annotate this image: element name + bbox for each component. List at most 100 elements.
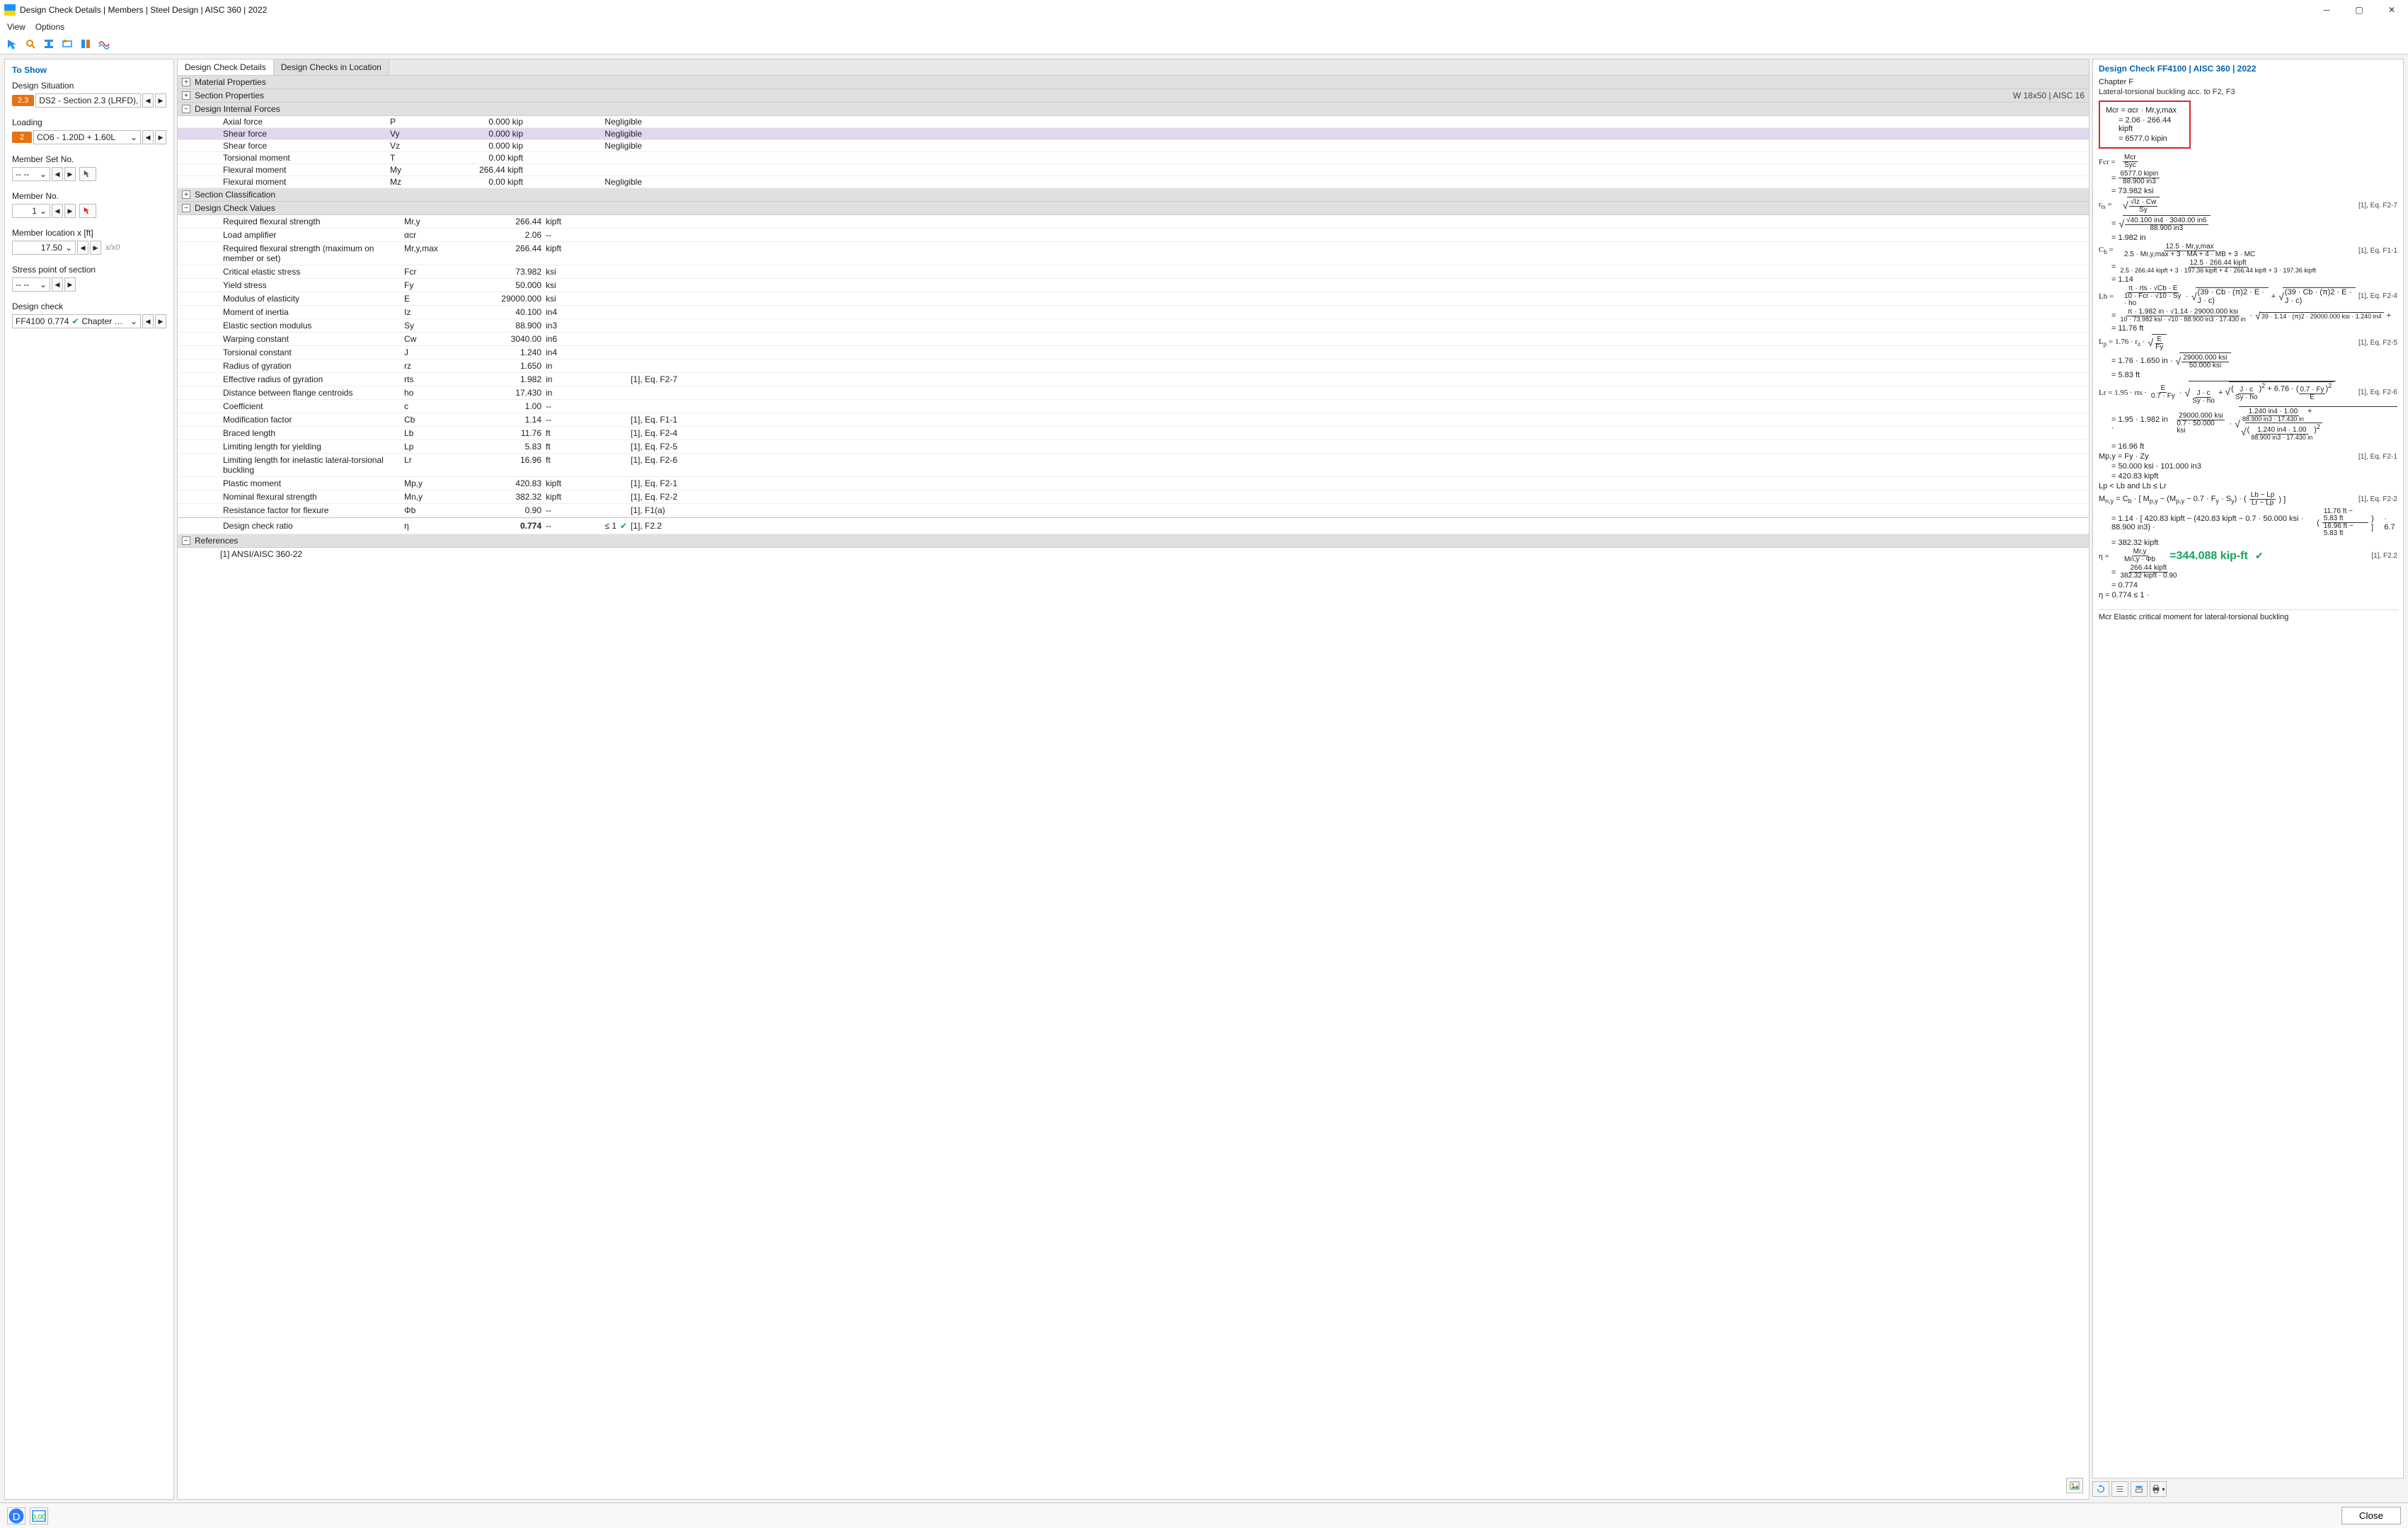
settings-icon[interactable] [2131, 1481, 2148, 1497]
member-set-label: Member Set No. [12, 154, 166, 164]
reset-icon[interactable] [2092, 1481, 2109, 1497]
dcv-row[interactable]: Limiting length for yieldingLp5.83ft[1],… [178, 440, 2089, 454]
result-highlight: =344.088 kip-ft [2169, 550, 2248, 563]
ds-next-button[interactable]: ▶ [155, 93, 166, 108]
dif-row[interactable]: Axial forceP0.000 kipNegligible [178, 116, 2089, 128]
tab-location[interactable]: Design Checks in Location [274, 59, 389, 75]
tool-section-icon[interactable] [41, 36, 57, 52]
mn-pick-icon[interactable] [79, 204, 96, 218]
location-label: Member location x [ft] [12, 228, 166, 238]
sp-prev-button[interactable]: ◀ [52, 277, 63, 292]
tool-panel-icon[interactable] [78, 36, 93, 52]
dc-prev-button[interactable]: ◀ [142, 314, 154, 328]
section-dif[interactable]: −Design Internal Forces [178, 103, 2089, 116]
titlebar: Design Check Details | Members | Steel D… [0, 0, 2408, 20]
ms-prev-button[interactable]: ◀ [52, 167, 63, 181]
dif-row[interactable]: Shear forceVy0.000 kipNegligible [178, 128, 2089, 140]
dc-next-button[interactable]: ▶ [155, 314, 166, 328]
dif-row[interactable]: Torsional momentT0.00 kipft [178, 152, 2089, 164]
reference-item: [1] ANSI/AISC 360-22 [178, 548, 2089, 561]
location-combo[interactable]: 17.50⌄ [12, 241, 76, 255]
dcv-row[interactable]: Modification factorCb1.14--[1], Eq. F1-1 [178, 413, 2089, 427]
eq-lb: Lb = π · rts · √Cb · E10 · Fcr · √10 · S… [2099, 285, 2397, 307]
ds-prev-button[interactable]: ◀ [142, 93, 154, 108]
chevron-down-icon: ⌄ [40, 169, 47, 179]
mn-prev-button[interactable]: ◀ [52, 204, 63, 218]
panel-title: To Show [12, 65, 166, 75]
dcv-row[interactable]: Limiting length for inelastic lateral-to… [178, 454, 2089, 477]
list-icon[interactable] [2111, 1481, 2128, 1497]
minimize-button[interactable]: ─ [2310, 0, 2343, 20]
dcv-row[interactable]: Moment of inertiaIz40.100in4 [178, 306, 2089, 319]
menu-view[interactable]: View [7, 22, 25, 32]
loc-next-button[interactable]: ▶ [90, 241, 101, 255]
section-material[interactable]: +Material Properties [178, 76, 2089, 89]
maximize-button[interactable]: ▢ [2343, 0, 2375, 20]
section-props[interactable]: +Section PropertiesW 18x50 | AISC 16 [178, 89, 2089, 103]
member-set-combo[interactable]: -- --⌄ [12, 167, 50, 181]
dcv-row[interactable]: Modulus of elasticityE29000.000ksi [178, 292, 2089, 306]
tool-stress-icon[interactable] [59, 36, 75, 52]
print-icon[interactable]: ▾ [2150, 1481, 2167, 1497]
dcv-row[interactable]: Torsional constantJ1.240in4 [178, 346, 2089, 360]
sp-next-button[interactable]: ▶ [64, 277, 76, 292]
stress-combo[interactable]: -- --⌄ [12, 277, 50, 292]
loading-combo[interactable]: CO6 - 1.20D + 1.60L⌄ [33, 130, 141, 144]
collapse-icon[interactable]: − [182, 105, 190, 113]
units-icon[interactable]: 0,00 [30, 1507, 48, 1524]
loading-next-button[interactable]: ▶ [155, 130, 166, 144]
eq-rts: rts = √Iz · CwSy [1], Eq. F2-7 [2099, 197, 2397, 214]
info-icon[interactable]: D [7, 1507, 25, 1524]
dcv-row[interactable]: Required flexural strengthMr,y266.44kipf… [178, 215, 2089, 229]
dcv-row[interactable]: Plastic momentMp,y420.83kipft[1], Eq. F2… [178, 477, 2089, 490]
menu-options[interactable]: Options [35, 22, 64, 32]
loc-prev-button[interactable]: ◀ [77, 241, 88, 255]
expand-icon[interactable]: + [182, 91, 190, 100]
dcv-row[interactable]: Braced lengthLb11.76ft[1], Eq. F2-4 [178, 427, 2089, 440]
ms-next-button[interactable]: ▶ [64, 167, 76, 181]
expand-icon[interactable]: + [182, 78, 190, 86]
close-window-button[interactable]: ✕ [2375, 0, 2408, 20]
member-no-combo[interactable]: 1⌄ [12, 204, 50, 218]
chevron-down-icon: ⌄ [130, 316, 137, 326]
dcv-row[interactable]: Critical elastic stressFcr73.982ksi [178, 265, 2089, 279]
window-title: Design Check Details | Members | Steel D… [20, 5, 2310, 15]
collapse-icon[interactable]: − [182, 536, 190, 545]
dcv-row[interactable]: Effective radius of gyrationrts1.982in[1… [178, 373, 2089, 386]
design-situation-label: Design Situation [12, 81, 166, 91]
toolbar [0, 34, 2408, 54]
loading-prev-button[interactable]: ◀ [142, 130, 154, 144]
dcv-row[interactable]: Required flexural strength (maximum on m… [178, 242, 2089, 265]
expand-icon[interactable]: + [182, 190, 190, 199]
dif-row[interactable]: Flexural momentMz0.00 kipftNegligible [178, 176, 2089, 188]
section-refs[interactable]: −References [178, 534, 2089, 548]
dif-row[interactable]: Shear forceVz0.000 kipNegligible [178, 140, 2089, 152]
dcv-row[interactable]: Nominal flexural strengthMn,y382.32kipft… [178, 490, 2089, 504]
check-icon: ✔ [617, 521, 631, 531]
design-situation-combo[interactable]: DS2 - Section 2.3 (LRFD), 1. to 5.⌄ [35, 93, 141, 108]
design-check-combo[interactable]: FF4100 0.774 ✔ Chapter F | Lateral-to...… [12, 314, 141, 328]
section-dcv[interactable]: −Design Check Values [178, 202, 2089, 215]
picture-icon[interactable] [2066, 1478, 2083, 1493]
dcv-row[interactable]: Coefficientc1.00-- [178, 400, 2089, 413]
tool-arrow-icon[interactable] [4, 36, 20, 52]
mn-next-button[interactable]: ▶ [64, 204, 76, 218]
dcv-row[interactable]: Distance between flange centroidsho17.43… [178, 386, 2089, 400]
tool-wave-icon[interactable] [96, 36, 112, 52]
dcv-row[interactable]: Resistance factor for flexureΦb0.90--[1]… [178, 504, 2089, 517]
dcv-row[interactable]: Warping constantCw3040.00in6 [178, 333, 2089, 346]
dif-row[interactable]: Flexural momentMy266.44 kipft [178, 164, 2089, 176]
dcv-row[interactable]: Load amplifierαcr2.06-- [178, 229, 2089, 242]
tab-details[interactable]: Design Check Details [178, 59, 274, 75]
dcv-row[interactable]: Yield stressFy50.000ksi [178, 279, 2089, 292]
dcv-row[interactable]: Radius of gyrationrz1.650in [178, 360, 2089, 373]
eq-lp: Lp = 1.76 · rz · EFy [1], Eq. F2-5 [2099, 334, 2397, 351]
ms-pick-icon[interactable] [79, 167, 96, 181]
collapse-icon[interactable]: − [182, 204, 190, 212]
check-icon: ✔ [71, 316, 79, 326]
close-button[interactable]: Close [2341, 1507, 2401, 1524]
section-class[interactable]: +Section Classification [178, 188, 2089, 202]
tool-magnifier-icon[interactable] [23, 36, 38, 52]
dcv-row[interactable]: Elastic section modulusSy88.900in3 [178, 319, 2089, 333]
left-panel: To Show Design Situation 2.3 DS2 - Secti… [4, 59, 174, 1500]
